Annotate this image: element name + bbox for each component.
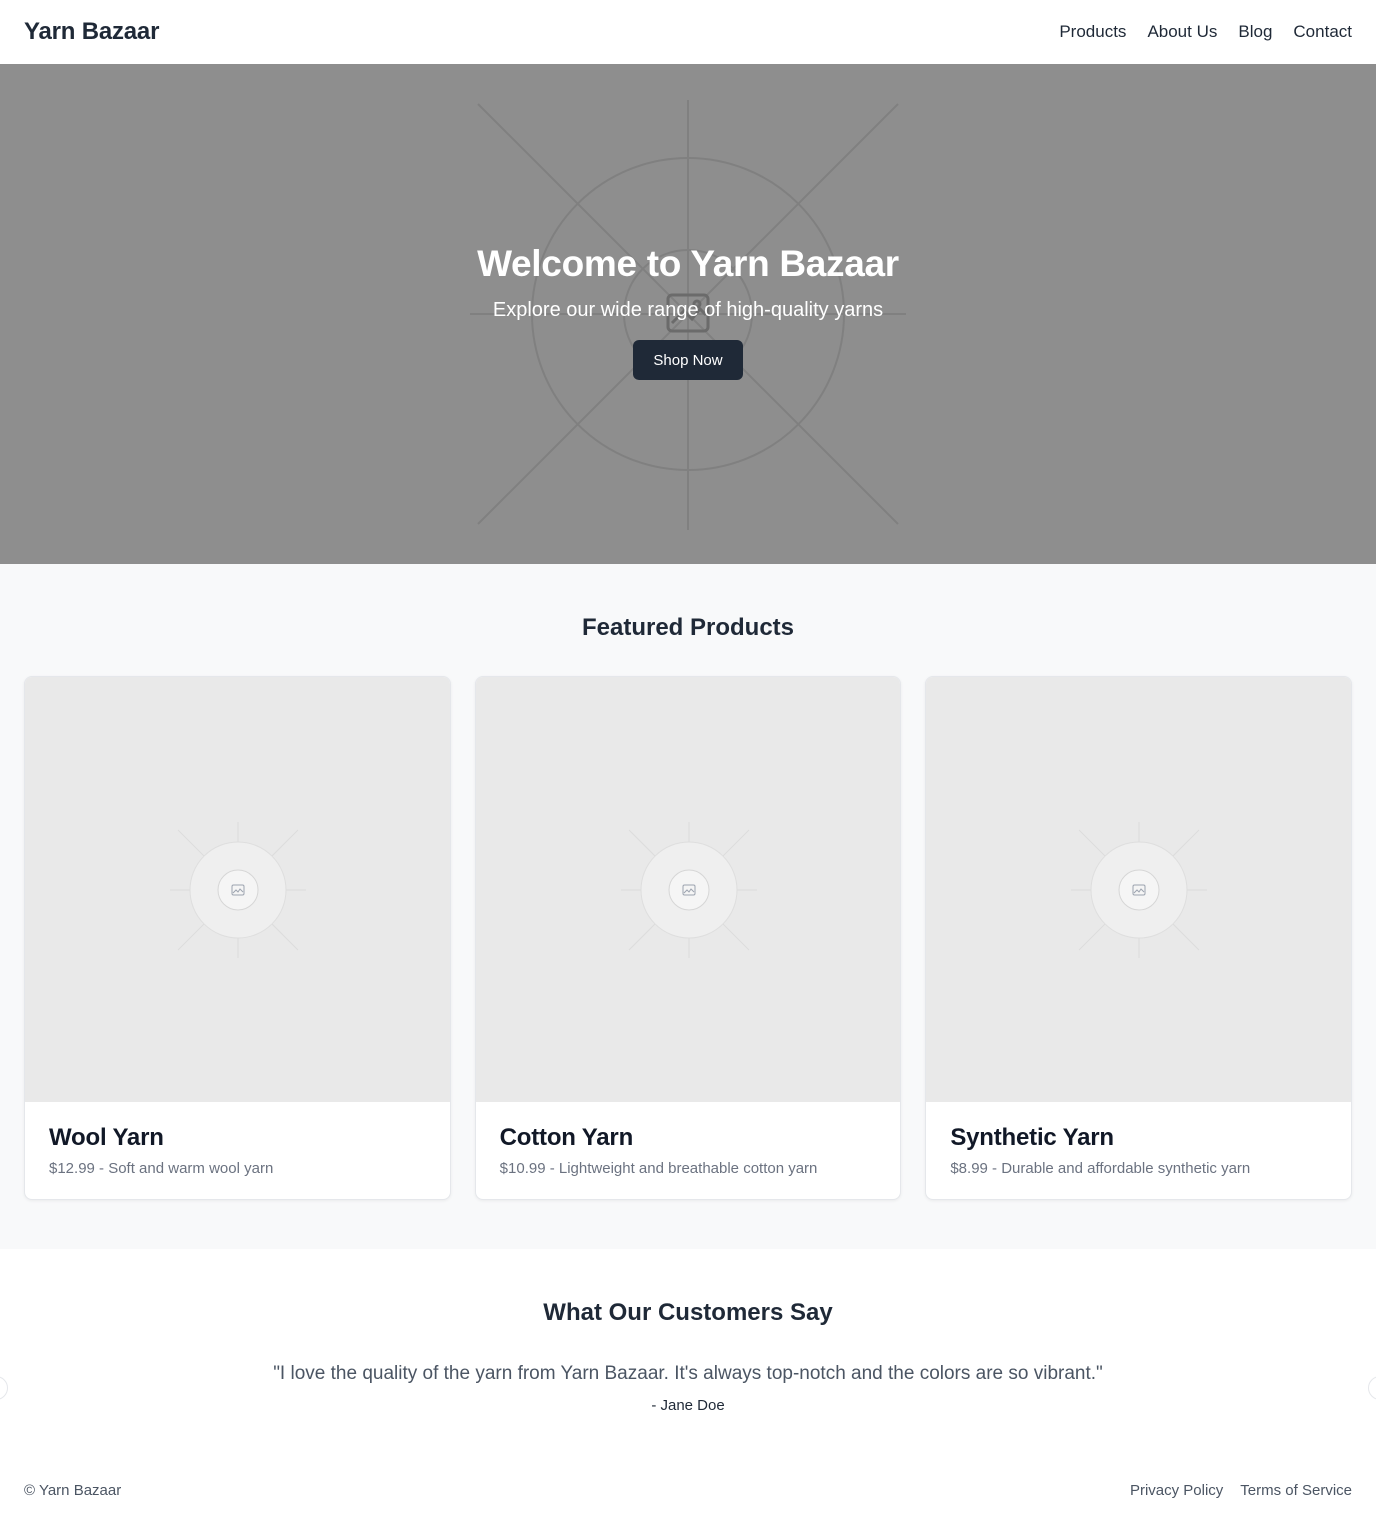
product-card-body: Synthetic Yarn $8.99 - Durable and affor… [926,1102,1351,1178]
product-image [475,677,901,1102]
testimonial-author: - Jane Doe [651,1397,725,1414]
site-footer: © Yarn Bazaar Privacy Policy Terms of Se… [0,1459,1376,1521]
hero-content: Welcome to Yarn Bazaar Explore our wide … [0,64,1376,564]
terms-of-service-link[interactable]: Terms of Service [1240,1482,1352,1499]
product-card-cotton-yarn[interactable]: Cotton Yarn $10.99 - Lightweight and bre… [474,676,902,1200]
image-placeholder-icon [170,822,306,958]
product-name: Wool Yarn [49,1124,164,1151]
product-name: Synthetic Yarn [950,1124,1114,1151]
image-placeholder-icon [620,822,757,958]
hero-subtitle: Explore our wide range of high-quality y… [492,299,884,321]
product-name: Cotton Yarn [499,1124,634,1151]
product-card-body: Cotton Yarn $10.99 - Lightweight and bre… [476,1102,901,1178]
product-price-description: $12.99 - Soft and warm wool yarn [49,1160,274,1177]
featured-products-section: Featured Products Wool Yarn $12.99 - Sof… [0,564,1376,1249]
product-card-wool-yarn[interactable]: Wool Yarn $12.99 - Soft and warm wool ya… [24,676,451,1200]
product-image [25,677,450,1102]
product-price-description: $10.99 - Lightweight and breathable cott… [499,1160,818,1177]
testimonials-title: What Our Customers Say [543,1299,833,1326]
nav-link-about-us[interactable]: About Us [1147,22,1217,42]
shop-now-button[interactable]: Shop Now [633,340,743,380]
privacy-policy-link[interactable]: Privacy Policy [1130,1482,1223,1499]
nav-link-blog[interactable]: Blog [1238,22,1272,42]
nav-link-products[interactable]: Products [1059,22,1126,42]
copyright-text: © Yarn Bazaar [24,1481,122,1499]
product-card-body: Wool Yarn $12.99 - Soft and warm wool ya… [25,1102,450,1178]
image-placeholder-icon [1071,822,1208,958]
featured-products-title: Featured Products [581,614,795,641]
brand-logo[interactable]: Yarn Bazaar [24,18,159,46]
main-nav: Products About Us Blog Contact [1059,22,1352,42]
product-image [926,677,1352,1102]
product-price-description: $8.99 - Durable and affordable synthetic… [950,1160,1251,1177]
hero-section: Welcome to Yarn Bazaar Explore our wide … [0,64,1376,564]
product-card-synthetic-yarn[interactable]: Synthetic Yarn $8.99 - Durable and affor… [925,676,1353,1200]
hero-title: Welcome to Yarn Bazaar [477,243,899,284]
product-grid: Wool Yarn $12.99 - Soft and warm wool ya… [24,676,1353,1200]
site-header: Yarn Bazaar Products About Us Blog Conta… [0,0,1376,64]
footer-links: Privacy Policy Terms of Service [1130,1482,1352,1499]
testimonials-section: What Our Customers Say "I love the quali… [0,1249,1376,1459]
nav-link-contact[interactable]: Contact [1293,22,1352,42]
testimonial-quote: "I love the quality of the yarn from Yar… [273,1363,1103,1384]
